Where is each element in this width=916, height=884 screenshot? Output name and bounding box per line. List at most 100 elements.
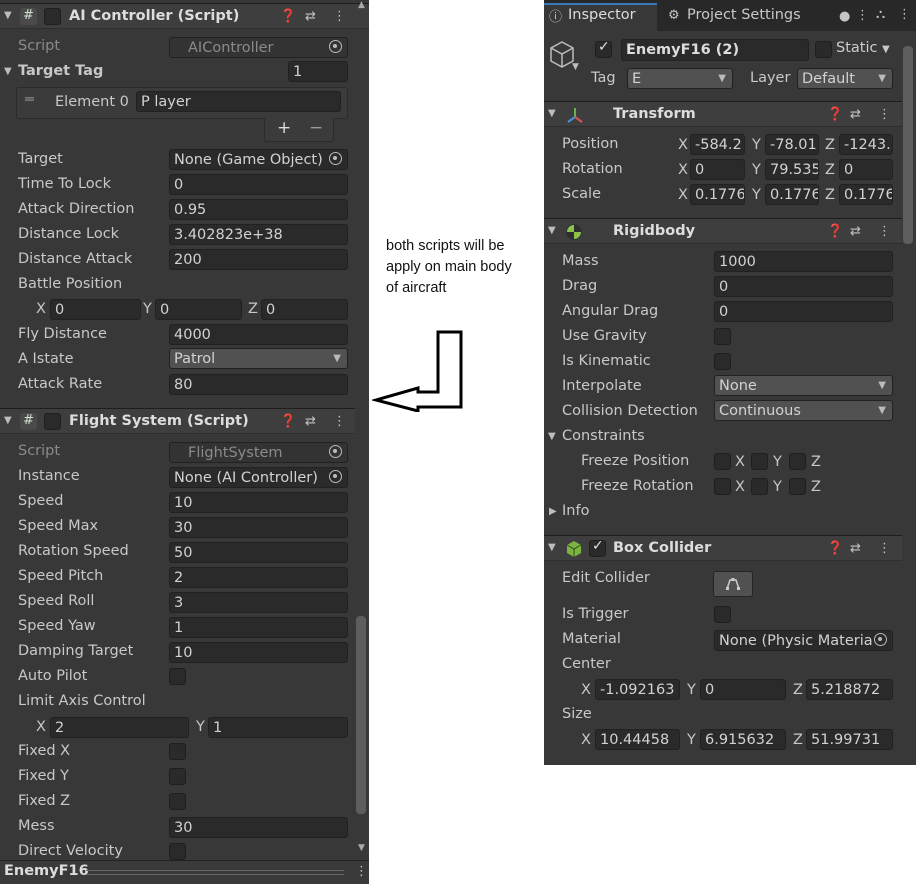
size-z-field[interactable]: 51.99731 <box>806 729 893 750</box>
kebab-menu-icon[interactable]: ⋮ <box>333 414 346 430</box>
collapse-arrow-icon[interactable]: ▼ <box>548 225 556 236</box>
scale-x-field[interactable]: 0.1776 <box>690 184 745 205</box>
drag-field[interactable]: 0 <box>714 276 893 297</box>
script-field[interactable]: FlightSystem <box>169 442 348 463</box>
kebab-menu-icon[interactable]: ⋮ <box>878 224 891 240</box>
collapse-arrow-icon[interactable]: ▼ <box>4 415 12 426</box>
kebab-menu-icon[interactable]: ⋮ <box>878 541 891 557</box>
interpolate-dropdown[interactable]: None <box>714 375 893 396</box>
battle-position-x-field[interactable]: 0 <box>50 299 141 320</box>
fixed-z-checkbox[interactable] <box>169 793 186 810</box>
static-label[interactable]: Static <box>836 40 877 56</box>
freeze-rotation-z-checkbox[interactable] <box>789 478 806 495</box>
static-checkbox[interactable] <box>815 41 832 58</box>
fly-distance-field[interactable]: 4000 <box>169 324 348 345</box>
info-foldout-icon[interactable]: ▶ <box>549 506 557 517</box>
distance-attack-field[interactable]: 200 <box>169 249 348 270</box>
scale-y-field[interactable]: 0.1776 <box>765 184 819 205</box>
flight-system-header[interactable]: ▼ # Flight System (Script) ❓ ⇄ ⋮ <box>0 408 355 434</box>
speed-yaw-field[interactable]: 1 <box>169 617 348 638</box>
auto-pilot-checkbox[interactable] <box>169 668 186 685</box>
freeze-position-x-checkbox[interactable] <box>714 453 731 470</box>
position-x-field[interactable]: -584.2 <box>690 134 745 155</box>
target-field[interactable]: None (Game Object) <box>169 149 348 170</box>
edit-collider-button[interactable] <box>713 571 753 597</box>
is-trigger-checkbox[interactable] <box>714 606 731 623</box>
add-element-button[interactable]: + <box>277 118 291 138</box>
kebab-menu-icon[interactable]: ⋮ <box>856 8 869 24</box>
object-picker-icon[interactable] <box>329 470 342 483</box>
info-label[interactable]: Info <box>562 499 589 524</box>
box-collider-enable-checkbox[interactable] <box>589 538 606 557</box>
flight-system-enable-checkbox[interactable] <box>44 413 61 430</box>
drag-handle-icon[interactable]: ═ <box>25 92 34 108</box>
rotation-speed-field[interactable]: 50 <box>169 542 348 563</box>
material-field[interactable]: None (Physic Materia <box>714 630 893 651</box>
kebab-menu-icon[interactable]: ⋮ <box>333 9 346 25</box>
target-tag-foldout-icon[interactable]: ▼ <box>4 66 12 77</box>
object-picker-icon[interactable] <box>329 445 342 458</box>
target-tag-size-field[interactable]: 1 <box>288 61 348 82</box>
center-y-field[interactable]: 0 <box>700 679 786 700</box>
position-z-field[interactable]: -1243. <box>839 134 893 155</box>
damping-target-field[interactable]: 10 <box>169 642 348 663</box>
collapse-arrow-icon[interactable]: ▼ <box>4 10 12 21</box>
right-scrollbar-thumb[interactable] <box>903 46 913 244</box>
box-collider-header[interactable]: ▼ Box Collider ❓ ⇄ ⋮ <box>544 535 902 561</box>
constraints-foldout-icon[interactable]: ▼ <box>548 431 556 442</box>
preset-icon[interactable]: ⇄ <box>850 107 861 123</box>
rotation-x-field[interactable]: 0 <box>690 159 745 180</box>
direct-velocity-checkbox[interactable] <box>169 843 186 860</box>
fixed-y-checkbox[interactable] <box>169 768 186 785</box>
collision-detection-dropdown[interactable]: Continuous <box>714 400 893 421</box>
help-icon[interactable]: ❓ <box>280 9 296 25</box>
speed-max-field[interactable]: 30 <box>169 517 348 538</box>
lock-toggle-icon[interactable]: ⛬ <box>876 7 885 23</box>
freeze-rotation-x-checkbox[interactable] <box>714 478 731 495</box>
angular-drag-field[interactable]: 0 <box>714 301 893 322</box>
tab-inspector[interactable]: ⓘ Inspector <box>544 3 657 31</box>
size-x-field[interactable]: 10.44458 <box>595 729 680 750</box>
speed-roll-field[interactable]: 3 <box>169 592 348 613</box>
a-istate-dropdown[interactable]: Patrol <box>169 348 348 369</box>
object-name-field[interactable]: EnemyF16 (2) <box>621 39 809 61</box>
kebab-menu-icon[interactable]: ⋮ <box>898 7 911 23</box>
battle-position-z-field[interactable]: 0 <box>261 299 348 320</box>
transform-header[interactable]: ▼ Transform ❓ ⇄ ⋮ <box>544 101 902 127</box>
speed-pitch-field[interactable]: 2 <box>169 567 348 588</box>
is-kinematic-checkbox[interactable] <box>714 353 731 370</box>
freeze-position-z-checkbox[interactable] <box>789 453 806 470</box>
preset-icon[interactable]: ⇄ <box>305 414 316 430</box>
freeze-position-y-checkbox[interactable] <box>751 453 768 470</box>
object-picker-icon[interactable] <box>329 40 342 53</box>
scroll-up-icon[interactable]: ▲ <box>358 0 365 10</box>
collapse-arrow-icon[interactable]: ▼ <box>548 108 556 119</box>
help-icon[interactable]: ❓ <box>827 107 843 123</box>
rigidbody-header[interactable]: ▼ Rigidbody ❓ ⇄ ⋮ <box>544 218 902 244</box>
instance-field[interactable]: None (AI Controller) <box>169 467 348 488</box>
collapse-arrow-icon[interactable]: ▼ <box>548 542 556 553</box>
mess-field[interactable]: 30 <box>169 817 348 838</box>
time-to-lock-field[interactable]: 0 <box>169 174 348 195</box>
fixed-x-checkbox[interactable] <box>169 743 186 760</box>
script-field[interactable]: AIController <box>169 37 348 58</box>
kebab-menu-icon[interactable]: ⋮ <box>355 864 368 880</box>
static-dropdown-icon[interactable]: ▼ <box>882 44 890 55</box>
limit-axis-y-field[interactable]: 1 <box>208 717 348 738</box>
tag-dropdown[interactable]: E <box>627 68 733 89</box>
mass-field[interactable]: 1000 <box>714 251 893 272</box>
attack-rate-field[interactable]: 80 <box>169 374 348 395</box>
icon-dropdown-icon[interactable]: ▼ <box>572 62 579 72</box>
object-picker-icon[interactable] <box>874 633 887 646</box>
speed-field[interactable]: 10 <box>169 492 348 513</box>
object-picker-icon[interactable] <box>329 152 342 165</box>
lock-icon[interactable]: ● <box>839 9 850 25</box>
active-checkbox[interactable] <box>595 39 612 58</box>
element0-field[interactable]: P layer <box>136 91 341 112</box>
limit-axis-x-field[interactable]: 2 <box>50 717 189 738</box>
battle-position-y-field[interactable]: 0 <box>155 299 242 320</box>
layer-dropdown[interactable]: Default <box>797 68 893 89</box>
help-icon[interactable]: ❓ <box>280 414 296 430</box>
position-y-field[interactable]: -78.01 <box>765 134 819 155</box>
preset-icon[interactable]: ⇄ <box>850 541 861 557</box>
